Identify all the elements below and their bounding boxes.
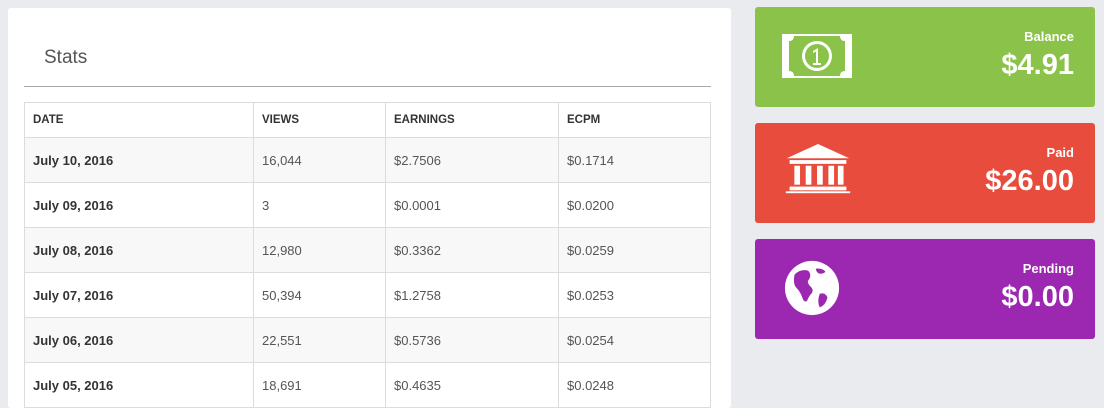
bank-icon: [785, 144, 851, 194]
stats-header: Stats: [24, 8, 711, 87]
views-cell: 22,551: [253, 317, 386, 363]
ecpm-cell: $0.0200: [558, 182, 711, 228]
ecpm-cell: $0.0253: [558, 272, 711, 318]
views-cell: 50,394: [253, 272, 386, 318]
ecpm-cell: $0.1714: [558, 137, 711, 183]
views-cell: 16,044: [253, 137, 386, 183]
stats-panel: Stats DATE VIEWS EARNINGS ECPM July 10, …: [8, 8, 731, 408]
date-cell: July 06, 2016: [24, 317, 254, 363]
earnings-cell: $0.3362: [385, 227, 559, 273]
date-cell: July 09, 2016: [24, 182, 254, 228]
pending-label: Pending: [1022, 261, 1074, 276]
views-cell: 3: [253, 182, 386, 228]
table-row: July 07, 2016 50,394 $1.2758 $0.0253: [24, 272, 711, 318]
date-cell: July 08, 2016: [24, 227, 254, 273]
pending-card: Pending $0.00: [755, 239, 1095, 339]
earnings-cell: $0.5736: [385, 317, 559, 363]
balance-label: Balance: [1024, 29, 1074, 44]
column-header-date: DATE: [24, 102, 254, 138]
table-header-row: DATE VIEWS EARNINGS ECPM: [24, 102, 711, 138]
column-header-views: VIEWS: [253, 102, 386, 138]
paid-value: $26.00: [985, 165, 1074, 197]
money-bill-icon: [782, 34, 852, 78]
stats-table: DATE VIEWS EARNINGS ECPM July 10, 2016 1…: [24, 102, 711, 408]
views-cell: 12,980: [253, 227, 386, 273]
ecpm-cell: $0.0254: [558, 317, 711, 363]
earnings-cell: $0.4635: [385, 362, 559, 408]
table-row: July 10, 2016 16,044 $2.7506 $0.1714: [24, 137, 711, 183]
earnings-cell: $1.2758: [385, 272, 559, 318]
date-cell: July 07, 2016: [24, 272, 254, 318]
date-cell: July 10, 2016: [24, 137, 254, 183]
views-cell: 18,691: [253, 362, 386, 408]
date-cell: July 05, 2016: [24, 362, 254, 408]
earnings-cell: $0.0001: [385, 182, 559, 228]
table-row: July 09, 2016 3 $0.0001 $0.0200: [24, 182, 711, 228]
ecpm-cell: $0.0259: [558, 227, 711, 273]
balance-card: Balance $4.91: [755, 7, 1095, 107]
column-header-earnings: EARNINGS: [385, 102, 559, 138]
paid-card: Paid $26.00: [755, 123, 1095, 223]
column-header-ecpm: ECPM: [558, 102, 711, 138]
earnings-cell: $2.7506: [385, 137, 559, 183]
table-row: July 08, 2016 12,980 $0.3362 $0.0259: [24, 227, 711, 273]
stats-title: Stats: [44, 47, 88, 68]
balance-value: $4.91: [1001, 49, 1074, 81]
table-row: July 06, 2016 22,551 $0.5736 $0.0254: [24, 317, 711, 363]
ecpm-cell: $0.0248: [558, 362, 711, 408]
table-row: July 05, 2016 18,691 $0.4635 $0.0248: [24, 362, 711, 408]
globe-icon: [784, 260, 840, 316]
paid-label: Paid: [1046, 145, 1074, 160]
pending-value: $0.00: [1001, 281, 1074, 313]
